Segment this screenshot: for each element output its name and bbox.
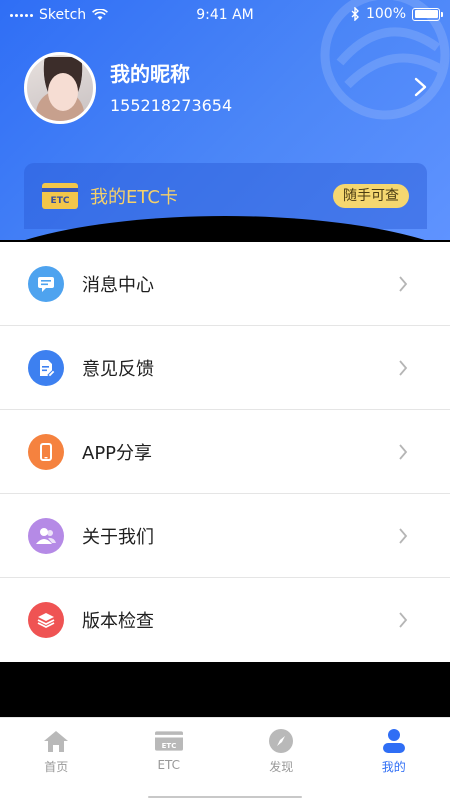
- user-icon: [380, 728, 408, 754]
- menu-item-label: 关于我们: [82, 526, 154, 548]
- tab-label: 我的: [381, 760, 406, 774]
- profile-header: Sketch 9:41 AM 100% 我的昵称 155218273654 ET…: [0, 0, 450, 240]
- chevron-right-icon: [399, 612, 408, 628]
- chevron-right-icon: [399, 444, 408, 460]
- menu-item-about-us[interactable]: 关于我们: [0, 494, 450, 578]
- chevron-right-icon: [399, 528, 408, 544]
- tab-etc[interactable]: ETC ETC: [113, 718, 226, 800]
- menu-item-label: 消息中心: [82, 274, 154, 296]
- tab-discover[interactable]: 发现: [225, 718, 338, 800]
- menu-item-label: 意见反馈: [82, 358, 154, 380]
- status-bar: Sketch 9:41 AM 100%: [0, 0, 450, 32]
- menu-item-feedback[interactable]: 意见反馈: [0, 326, 450, 410]
- compass-icon: [267, 728, 295, 754]
- profile-row[interactable]: 我的昵称 155218273654: [24, 50, 430, 126]
- bluetooth-icon: [351, 7, 359, 21]
- menu-list: 消息中心 意见反馈 APP分享 关于我们 版本检查: [0, 242, 450, 662]
- message-icon: [28, 265, 64, 302]
- etc-card-title: 我的ETC卡: [90, 187, 178, 208]
- feedback-icon: [28, 349, 64, 386]
- etc-card[interactable]: ETC 我的ETC卡 随手可查: [24, 163, 427, 229]
- menu-item-label: 版本检查: [82, 611, 154, 632]
- etc-card-icon: ETC: [154, 728, 183, 754]
- bottom-tab-bar: 首页 ETC ETC 发现 我的: [0, 717, 450, 800]
- svg-text:ETC: ETC: [161, 742, 176, 750]
- battery-percent: 100%: [365, 6, 406, 22]
- avatar[interactable]: [24, 52, 96, 124]
- tab-mine[interactable]: 我的: [338, 718, 450, 800]
- tab-label: 首页: [44, 760, 69, 774]
- layers-icon: [28, 602, 64, 638]
- home-indicator: [148, 796, 302, 798]
- menu-item-message-center[interactable]: 消息中心: [0, 242, 450, 326]
- nickname: 我的昵称: [110, 62, 190, 86]
- people-icon: [28, 517, 64, 554]
- tab-label: 发现: [269, 760, 294, 774]
- etc-query-badge[interactable]: 随手可查: [333, 184, 409, 208]
- tab-label: ETC: [157, 758, 181, 772]
- home-icon: [42, 728, 70, 754]
- menu-item-version-check[interactable]: 版本检查: [0, 578, 450, 662]
- chevron-right-icon: [399, 276, 408, 292]
- etc-card-icon: ETC: [42, 183, 78, 209]
- menu-item-app-share[interactable]: APP分享: [0, 410, 450, 494]
- chevron-right-icon: [399, 360, 408, 376]
- phone-number: 155218273654: [110, 96, 233, 115]
- menu-item-label: APP分享: [82, 442, 153, 464]
- tab-home[interactable]: 首页: [0, 718, 113, 800]
- phone-icon: [28, 433, 64, 470]
- chevron-right-icon[interactable]: [412, 76, 430, 98]
- battery-icon: [412, 7, 443, 21]
